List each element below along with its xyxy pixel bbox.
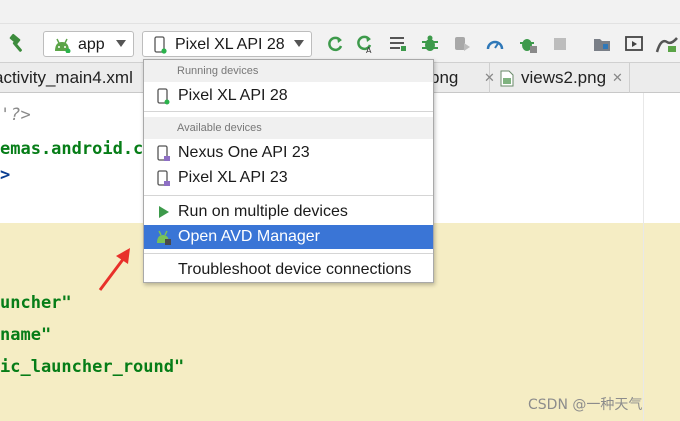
- available-devices-header: Available devices: [144, 117, 433, 139]
- device-item-label: Pixel XL API 28: [178, 87, 288, 104]
- attach-debugger-icon[interactable]: [451, 33, 473, 55]
- phone-icon: [157, 170, 170, 186]
- rerun-icon[interactable]: [324, 33, 346, 55]
- sdk-manager-icon[interactable]: [654, 33, 680, 55]
- toolbar-top-strip: [0, 0, 680, 24]
- debug-bug-icon[interactable]: [517, 33, 539, 55]
- separator: [144, 111, 433, 112]
- phone-icon: [154, 36, 167, 54]
- run-multiple-devices-item[interactable]: Run on multiple devices: [144, 200, 433, 224]
- code-line: name": [0, 325, 52, 345]
- running-devices-header: Running devices: [144, 60, 433, 82]
- run-icon: [159, 206, 169, 218]
- device-item-running[interactable]: Pixel XL API 28: [144, 84, 433, 108]
- device-item-label: Pixel XL API 23: [178, 169, 288, 186]
- device-item-pixel-xl-23[interactable]: Pixel XL API 23: [144, 166, 433, 190]
- code-line: ic_launcher_round": [0, 357, 185, 377]
- phone-icon: [157, 145, 170, 161]
- open-avd-manager-item[interactable]: Open AVD Manager: [144, 225, 433, 249]
- avd-manager-icon: [157, 230, 171, 245]
- hammer-icon[interactable]: [6, 32, 30, 56]
- run-config-selector[interactable]: app: [43, 31, 134, 57]
- right-margin-guide: [643, 93, 644, 421]
- red-arrow-icon: [98, 248, 130, 291]
- chevron-down-icon: [294, 40, 304, 47]
- device-item-nexus-one[interactable]: Nexus One API 23: [144, 141, 433, 165]
- device-selector-label: Pixel XL API 28: [175, 36, 285, 53]
- debug-icon[interactable]: [419, 33, 441, 55]
- device-selector[interactable]: Pixel XL API 28: [142, 31, 312, 57]
- action-label: Open AVD Manager: [178, 228, 321, 245]
- project-structure-icon[interactable]: [591, 33, 613, 55]
- tab-label: activity_main4.xml: [0, 68, 133, 87]
- action-label: Run on multiple devices: [178, 203, 348, 220]
- troubleshoot-label: Troubleshoot device connections: [178, 261, 412, 278]
- code-line: >: [0, 165, 11, 185]
- separator: [144, 253, 433, 254]
- stop-icon[interactable]: [549, 33, 571, 55]
- apply-changes-icon[interactable]: A: [354, 33, 376, 55]
- tab-label: png: [430, 68, 459, 87]
- tab-label: views2.png: [521, 68, 607, 87]
- running-phone-icon: [157, 88, 170, 105]
- code-line: emas.android.co: [0, 139, 154, 159]
- avd-manager-icon[interactable]: [623, 33, 645, 55]
- troubleshoot-item[interactable]: Troubleshoot device connections: [144, 258, 433, 282]
- code-line: uncher": [0, 293, 72, 313]
- svg-text:A: A: [366, 46, 372, 54]
- logcat-icon[interactable]: [387, 33, 409, 55]
- profile-icon[interactable]: [484, 33, 506, 55]
- chevron-down-icon: [116, 40, 126, 47]
- close-icon[interactable]: ✕: [612, 70, 623, 86]
- device-item-label: Nexus One API 23: [178, 144, 310, 161]
- run-config-label: app: [78, 36, 105, 53]
- tab-views2[interactable]: views2.png ✕: [490, 63, 630, 93]
- separator: [144, 195, 433, 196]
- code-line: '?>: [0, 105, 31, 125]
- main-toolbar: app Pixel XL API 28 A: [0, 0, 680, 62]
- image-file-icon: [500, 70, 514, 87]
- tab-activity-main4[interactable]: activity_main4.xml: [0, 63, 150, 93]
- android-icon: [55, 38, 71, 53]
- watermark: CSDN @一种天气: [528, 397, 643, 413]
- device-dropdown: Running devices Pixel XL API 28 Availabl…: [143, 59, 434, 283]
